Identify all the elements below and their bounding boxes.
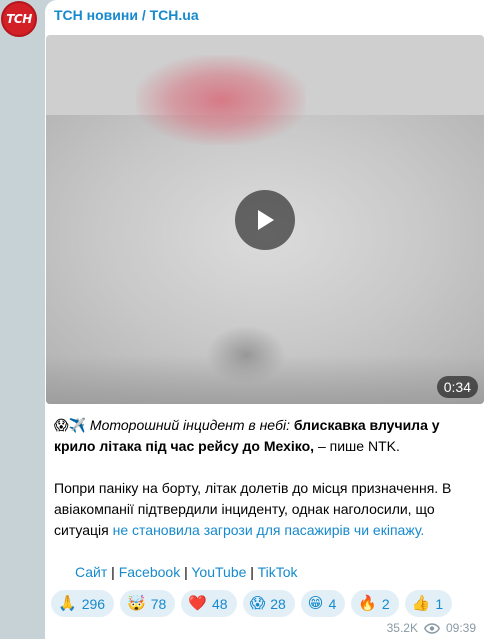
reaction-scream[interactable]: 😱 28 bbox=[242, 590, 295, 617]
reaction-grin[interactable]: 😁 4 bbox=[300, 590, 346, 617]
reaction-heart[interactable]: ❤️ 48 bbox=[181, 590, 237, 617]
video-player[interactable]: 0:34 bbox=[46, 35, 484, 404]
reaction-pray[interactable]: 🙏 296 bbox=[51, 590, 115, 617]
message-meta: 35.2K 09:39 bbox=[387, 621, 476, 635]
footer-links: Сайт | Facebook | YouTube | TikTok bbox=[75, 562, 298, 583]
reaction-count: 4 bbox=[328, 595, 337, 612]
avatar-label: ТСН bbox=[6, 12, 32, 26]
reaction-count: 296 bbox=[81, 595, 106, 612]
link-tiktok[interactable]: TikTok bbox=[258, 564, 298, 580]
grin-icon: 😁 bbox=[307, 594, 324, 612]
post-paragraph-1: 😱✈️ Моторошний інцидент в небі: блискавк… bbox=[54, 415, 479, 457]
exploding-head-icon: 🤯 bbox=[127, 594, 146, 612]
post-para2-link[interactable]: не становила загрози для пасажирів чи ек… bbox=[113, 522, 425, 538]
thumbs-up-icon: 👍 bbox=[411, 594, 431, 612]
message-bubble: ТСН новини / TCH.ua 0:34 😱✈️ Моторошний … bbox=[45, 0, 488, 639]
channel-avatar[interactable]: ТСН bbox=[1, 1, 37, 37]
reaction-count: 2 bbox=[381, 595, 390, 612]
reaction-exploding-head[interactable]: 🤯 78 bbox=[120, 590, 176, 617]
channel-name[interactable]: ТСН новини / TCH.ua bbox=[54, 7, 199, 23]
play-button[interactable] bbox=[235, 190, 295, 250]
reaction-count: 28 bbox=[270, 595, 286, 612]
message-time: 09:39 bbox=[445, 621, 476, 635]
pray-icon: 🙏 bbox=[58, 594, 77, 612]
post-paragraph-2: Попри паніку на борту, літак долетів до … bbox=[54, 478, 479, 541]
post-italic: Моторошний інцидент в небі: bbox=[89, 417, 290, 433]
video-frame-blur-red bbox=[136, 55, 306, 145]
video-frame-shade bbox=[46, 355, 484, 404]
eye-icon bbox=[423, 622, 440, 634]
reaction-count: 48 bbox=[212, 595, 228, 612]
link-site[interactable]: Сайт bbox=[75, 564, 107, 580]
reaction-fire[interactable]: 🔥 2 bbox=[351, 590, 399, 617]
scream-icon: 😱 bbox=[249, 594, 266, 612]
link-separator: | bbox=[107, 564, 119, 580]
link-facebook[interactable]: Facebook bbox=[119, 564, 180, 580]
link-youtube[interactable]: YouTube bbox=[191, 564, 246, 580]
link-separator: | bbox=[180, 564, 192, 580]
view-count: 35.2K bbox=[386, 621, 418, 635]
reaction-thumbs-up[interactable]: 👍 1 bbox=[404, 590, 453, 617]
emoji-prefix: 😱✈️ bbox=[54, 417, 87, 433]
post-text: 😱✈️ Моторошний інцидент в небі: блискавк… bbox=[54, 415, 479, 562]
reactions-bar: 🙏 296 🤯 78 ❤️ 48 😱 28 😁 4 🔥 2 👍 1 bbox=[51, 590, 453, 617]
fire-icon: 🔥 bbox=[358, 594, 377, 612]
heart-icon: ❤️ bbox=[188, 594, 207, 612]
link-separator: | bbox=[246, 564, 258, 580]
reaction-count: 1 bbox=[435, 595, 444, 612]
video-duration: 0:34 bbox=[436, 376, 478, 398]
post-tail: – пише NTK. bbox=[314, 438, 400, 454]
reaction-count: 78 bbox=[150, 595, 167, 612]
play-icon bbox=[258, 210, 274, 230]
